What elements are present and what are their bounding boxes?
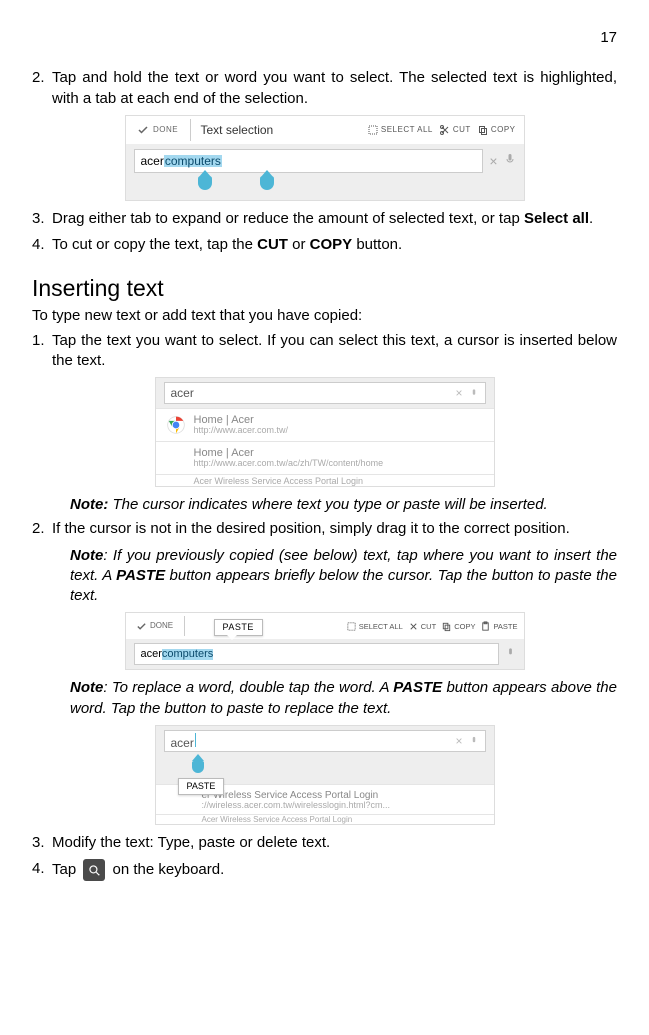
select-all-term: Select all bbox=[524, 210, 589, 227]
selected-text: computers bbox=[164, 155, 222, 167]
cut-button[interactable]: CUT bbox=[408, 621, 436, 632]
inserting-intro: To type new text or add text that you ha… bbox=[32, 306, 617, 326]
paste-popup-button[interactable]: PASTE bbox=[214, 619, 263, 636]
insert-step-1: 1.Tap the text you want to select. If yo… bbox=[32, 331, 617, 372]
cursor-icon bbox=[195, 733, 196, 747]
cursor-handle[interactable] bbox=[192, 754, 204, 773]
select-all-button[interactable]: SELECT ALL bbox=[367, 124, 433, 136]
paste-popup-button[interactable]: PASTE bbox=[178, 778, 225, 795]
copy-term: COPY bbox=[310, 236, 353, 253]
step-4-cut-copy: 4.To cut or copy the text, tap the CUT o… bbox=[32, 235, 617, 255]
step-text: Tap and hold the text or word you want t… bbox=[52, 69, 617, 106]
note-body: The cursor indicates where text you type… bbox=[108, 496, 547, 513]
copy-icon bbox=[477, 124, 489, 136]
mic-icon[interactable] bbox=[469, 735, 479, 747]
done-label: DONE bbox=[153, 126, 178, 134]
go-key-icon bbox=[83, 859, 105, 881]
suggestion-row[interactable]: Home | Acerhttp://www.acer.com.tw/ac/zh/… bbox=[156, 441, 494, 474]
note-cursor: Note: The cursor indicates where text yo… bbox=[32, 495, 617, 515]
chrome-icon bbox=[166, 415, 186, 435]
input-prefix: acer bbox=[141, 155, 164, 167]
paste-term: PASTE bbox=[116, 567, 165, 584]
text: button. bbox=[352, 236, 402, 253]
note-label: Note bbox=[70, 547, 103, 564]
text: on the keyboard. bbox=[108, 861, 224, 878]
heading-inserting-text: Inserting text bbox=[32, 273, 617, 304]
mic-icon[interactable] bbox=[505, 646, 516, 663]
cut-term: CUT bbox=[257, 236, 288, 253]
copy-icon bbox=[441, 621, 452, 632]
copy-button[interactable]: COPY bbox=[441, 621, 475, 632]
note-label: Note bbox=[70, 679, 103, 696]
cut-button[interactable]: CUT bbox=[439, 124, 471, 136]
label: SELECT ALL bbox=[359, 623, 403, 631]
note-label: Note: bbox=[70, 496, 108, 513]
text: or bbox=[288, 236, 310, 253]
step-3-drag-tab: 3.Drag either tab to expand or reduce th… bbox=[32, 209, 617, 229]
clear-icon[interactable]: × bbox=[455, 735, 462, 747]
check-icon bbox=[137, 124, 149, 136]
note-paste-above: Note: To replace a word, double tap the … bbox=[32, 678, 617, 719]
search-input[interactable]: acer × bbox=[164, 730, 486, 752]
suggestion-row[interactable]: Home | Acerhttp://www.acer.com.tw/ bbox=[156, 408, 494, 441]
mic-icon[interactable] bbox=[504, 152, 516, 169]
clear-icon[interactable]: × bbox=[489, 154, 497, 168]
figure-suggestions: acer × Home | Acerhttp://www.acer.com.tw… bbox=[32, 377, 617, 487]
clear-icon[interactable]: × bbox=[455, 387, 462, 399]
label: CUT bbox=[421, 623, 436, 631]
selection-handle-right[interactable] bbox=[260, 176, 274, 196]
text: To cut or copy the text, tap the bbox=[52, 236, 257, 253]
search-input[interactable]: acer computers bbox=[134, 643, 499, 665]
input-value: acer bbox=[171, 387, 194, 399]
note-body: : To replace a word, double tap the word… bbox=[103, 679, 393, 696]
suggestion-url: http://www.acer.com.tw/ac/zh/TW/content/… bbox=[194, 459, 384, 468]
text: Tap the text you want to select. If you … bbox=[52, 332, 617, 369]
search-input[interactable]: acer × bbox=[164, 382, 486, 404]
page-number: 17 bbox=[32, 28, 617, 48]
select-all-label: SELECT ALL bbox=[381, 126, 433, 134]
select-all-button[interactable]: SELECT ALL bbox=[346, 621, 403, 632]
select-all-icon bbox=[346, 621, 357, 632]
select-all-icon bbox=[367, 124, 379, 136]
done-button[interactable]: DONE bbox=[126, 124, 190, 136]
insert-step-2: 2.If the cursor is not in the desired po… bbox=[32, 519, 617, 539]
selected-text: computers bbox=[162, 649, 213, 660]
text: . bbox=[589, 210, 593, 227]
mic-icon[interactable] bbox=[469, 387, 479, 400]
note-paste-below: Note: If you previously copied (see belo… bbox=[32, 546, 617, 607]
input-value: acer bbox=[171, 736, 194, 750]
cut-icon bbox=[439, 124, 451, 136]
suggestion-url: ://wireless.acer.com.tw/wirelesslogin.ht… bbox=[202, 801, 391, 810]
divider bbox=[184, 616, 185, 636]
step-2-select-hold: 2.Tap and hold the text or word you want… bbox=[32, 68, 617, 109]
cut-icon bbox=[408, 621, 419, 632]
check-icon bbox=[136, 621, 147, 632]
paste-term: PASTE bbox=[393, 679, 442, 696]
figure-text-selection: DONE Text selection SELECT ALL CUT COPY bbox=[32, 115, 617, 201]
label: COPY bbox=[454, 623, 475, 631]
text: Tap bbox=[52, 861, 80, 878]
selection-handle-left[interactable] bbox=[198, 176, 212, 196]
text: Drag either tab to expand or reduce the … bbox=[52, 210, 524, 227]
done-button[interactable]: DONE bbox=[126, 621, 184, 632]
label: PASTE bbox=[493, 623, 517, 631]
suggestion-row-partial: Acer Wireless Service Access Portal Logi… bbox=[156, 474, 494, 486]
suggestion-url: http://www.acer.com.tw/ bbox=[194, 426, 289, 435]
text: If the cursor is not in the desired posi… bbox=[52, 520, 570, 537]
insert-step-4: 4.Tap on the keyboard. bbox=[32, 859, 617, 881]
text: Modify the text: Type, paste or delete t… bbox=[52, 834, 330, 851]
search-input[interactable]: acer computers bbox=[134, 149, 484, 173]
figure-paste-toolbar: DONE PASTE SELECT ALL CUT COPY PASTE ace… bbox=[32, 612, 617, 670]
paste-button[interactable]: PASTE bbox=[480, 621, 517, 632]
suggestion-row-partial: Acer Wireless Service Access Portal Logi… bbox=[156, 814, 494, 824]
input-prefix: acer bbox=[141, 649, 162, 660]
toolbar-title: Text selection bbox=[191, 124, 367, 136]
cut-label: CUT bbox=[453, 126, 471, 134]
insert-step-3: 3.Modify the text: Type, paste or delete… bbox=[32, 833, 617, 853]
figure-cursor-paste: acer × PASTE er Wireless Service Access … bbox=[32, 725, 617, 825]
copy-label: COPY bbox=[491, 126, 516, 134]
copy-button[interactable]: COPY bbox=[477, 124, 516, 136]
done-label: DONE bbox=[150, 622, 173, 630]
paste-icon bbox=[480, 621, 491, 632]
